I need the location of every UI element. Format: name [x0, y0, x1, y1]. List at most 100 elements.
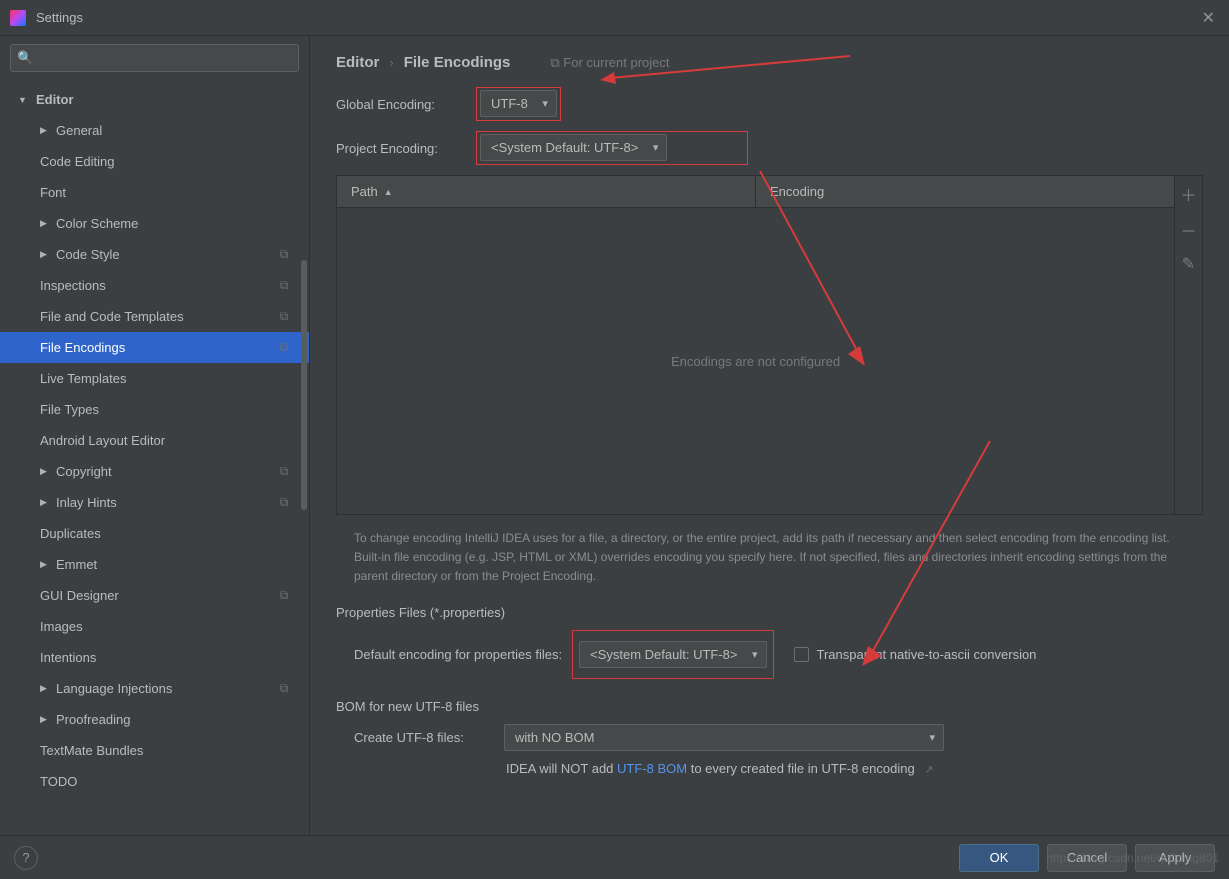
copy-icon: ⧉ — [277, 341, 291, 355]
highlight-annotation: UTF-8 — [476, 87, 561, 121]
tree-item[interactable]: ▶ General — [0, 115, 309, 146]
tree-item[interactable]: ▶ Code Style ⧉ — [0, 239, 309, 270]
copy-icon: ⧉ — [277, 248, 291, 262]
tree-item[interactable]: Live Templates — [0, 363, 309, 394]
tree-item[interactable]: Font — [0, 177, 309, 208]
col-path[interactable]: Path ▲ — [337, 176, 756, 207]
table-empty-message: Encodings are not configured — [337, 208, 1174, 514]
chevron-right-icon: ▶ — [40, 559, 47, 570]
copy-icon: ⧉ — [277, 279, 291, 293]
bom-note: IDEA will NOT add UTF-8 BOM to every cre… — [506, 761, 1203, 776]
tree-item[interactable]: File Types — [0, 394, 309, 425]
chevron-right-icon: ▶ — [40, 683, 47, 694]
project-scope-badge: ⧉ For current project — [550, 55, 669, 71]
properties-encoding-dropdown[interactable]: <System Default: UTF-8> — [579, 641, 766, 668]
chevron-right-icon: › — [389, 55, 393, 70]
table-header: Path ▲ Encoding — [337, 176, 1174, 208]
tree-item[interactable]: TODO — [0, 766, 309, 797]
tree-item-label: Color Scheme — [56, 216, 138, 231]
close-icon[interactable]: ✕ — [1198, 4, 1219, 32]
tree-item[interactable]: ▶ Color Scheme — [0, 208, 309, 239]
tree-item[interactable]: File and Code Templates⧉ — [0, 301, 309, 332]
breadcrumb-root[interactable]: Editor — [336, 54, 379, 71]
tree-item-label: Copyright — [56, 464, 112, 479]
search-input[interactable] — [37, 51, 292, 66]
app-logo-icon — [10, 10, 26, 26]
tree-item-label: Proofreading — [56, 712, 130, 727]
copy-icon: ⧉ — [277, 589, 291, 603]
tree-item[interactable]: ▶Proofreading — [0, 704, 309, 735]
tree-item-label: General — [56, 123, 102, 138]
tree-item[interactable]: ▶Copyright⧉ — [0, 456, 309, 487]
plus-icon[interactable]: ＋ — [1180, 182, 1196, 206]
tree-item[interactable]: Inspections ⧉ — [0, 270, 309, 301]
project-encoding-dropdown[interactable]: <System Default: UTF-8> — [480, 134, 667, 161]
tree-item-label: File Types — [40, 402, 99, 417]
tree-item[interactable]: Android Layout Editor — [0, 425, 309, 456]
transparent-ascii-label: Transparent native-to-ascii conversion — [817, 647, 1037, 662]
ok-button[interactable]: OK — [959, 844, 1039, 872]
chevron-right-icon: ▶ — [40, 249, 47, 260]
chevron-right-icon: ▶ — [40, 125, 47, 136]
bom-create-dropdown[interactable]: with NO BOM — [504, 724, 944, 751]
global-encoding-label: Global Encoding: — [336, 97, 466, 112]
scrollbar[interactable] — [301, 260, 307, 510]
tree-item[interactable]: Duplicates — [0, 518, 309, 549]
highlight-annotation: <System Default: UTF-8> — [572, 630, 773, 679]
breadcrumb: Editor › File Encodings ⧉ For current pr… — [336, 54, 1203, 71]
tree-item-label: Live Templates — [40, 371, 126, 386]
tree-item-label: Inspections — [40, 278, 106, 293]
copy-icon: ⧉ — [277, 310, 291, 324]
tree-item-label: Code Style — [56, 247, 120, 262]
chevron-right-icon: ▶ — [40, 466, 47, 477]
watermark: https://blog.csdn.net/qc0ding801 — [1046, 851, 1219, 865]
tree-item-label: Inlay Hints — [56, 495, 117, 510]
tree-item[interactable]: ▶Inlay Hints⧉ — [0, 487, 309, 518]
tree-item-label: Language Injections — [56, 681, 172, 696]
help-button[interactable]: ? — [14, 846, 38, 870]
properties-section-title: Properties Files (*.properties) — [336, 605, 1203, 620]
tree-item[interactable]: File Encodings ⧉ — [0, 332, 309, 363]
encoding-table: Path ▲ Encoding Encodings are not config… — [336, 175, 1203, 515]
tree-item[interactable]: ▶ Emmet — [0, 549, 309, 580]
copy-icon: ⧉ — [277, 682, 291, 696]
highlight-annotation: <System Default: UTF-8> — [476, 131, 748, 165]
dialog-footer: ? OK Cancel Apply https://blog.csdn.net/… — [0, 835, 1229, 879]
table-main: Path ▲ Encoding Encodings are not config… — [337, 176, 1174, 514]
tree-item[interactable]: Images — [0, 611, 309, 642]
tree-editor[interactable]: ▼ Editor — [0, 84, 309, 115]
minus-icon[interactable]: － — [1180, 218, 1196, 242]
tree-item-label: Intentions — [40, 650, 96, 665]
global-encoding-row: Global Encoding: UTF-8 — [336, 87, 1203, 121]
transparent-ascii-wrapper[interactable]: Transparent native-to-ascii conversion — [794, 647, 1037, 662]
chevron-right-icon: ▶ — [40, 218, 47, 229]
global-encoding-dropdown[interactable]: UTF-8 — [480, 90, 557, 117]
sort-asc-icon: ▲ — [384, 187, 393, 197]
tree-item-label: Emmet — [56, 557, 97, 572]
bom-section-title: BOM for new UTF-8 files — [336, 699, 1203, 714]
tree-item[interactable]: Intentions — [0, 642, 309, 673]
copy-icon: ⧉ — [550, 55, 559, 70]
col-encoding[interactable]: Encoding — [756, 176, 1174, 207]
search-input-wrapper[interactable]: 🔍 — [10, 44, 299, 72]
tree-item-label: File Encodings — [40, 340, 125, 355]
tree-item[interactable]: ▶ Language Injections ⧉ — [0, 673, 309, 704]
tree-item-label: GUI Designer — [40, 588, 119, 603]
settings-sidebar: 🔍 ▼ Editor ▶ General Code EditingFont ▶ Colo… — [0, 36, 310, 836]
help-text: To change encoding IntelliJ IDEA uses fo… — [354, 529, 1194, 587]
bom-create-row: Create UTF-8 files: with NO BOM — [354, 724, 1203, 751]
bom-create-label: Create UTF-8 files: — [354, 730, 494, 745]
tree-item-label: Images — [40, 619, 83, 634]
transparent-ascii-checkbox[interactable] — [794, 647, 809, 662]
tree-item[interactable]: TextMate Bundles — [0, 735, 309, 766]
titlebar: Settings ✕ — [0, 0, 1229, 36]
utf8-bom-link[interactable]: UTF-8 BOM — [617, 761, 687, 776]
project-encoding-label: Project Encoding: — [336, 141, 466, 156]
project-encoding-row: Project Encoding: <System Default: UTF-8… — [336, 131, 1203, 165]
edit-icon[interactable]: ✎ — [1182, 254, 1195, 274]
tree-item[interactable]: Code Editing — [0, 146, 309, 177]
tree-item-label: Android Layout Editor — [40, 433, 165, 448]
properties-default-label: Default encoding for properties files: — [354, 647, 562, 662]
tree-item[interactable]: GUI Designer ⧉ — [0, 580, 309, 611]
tree-label: Editor — [36, 92, 74, 107]
